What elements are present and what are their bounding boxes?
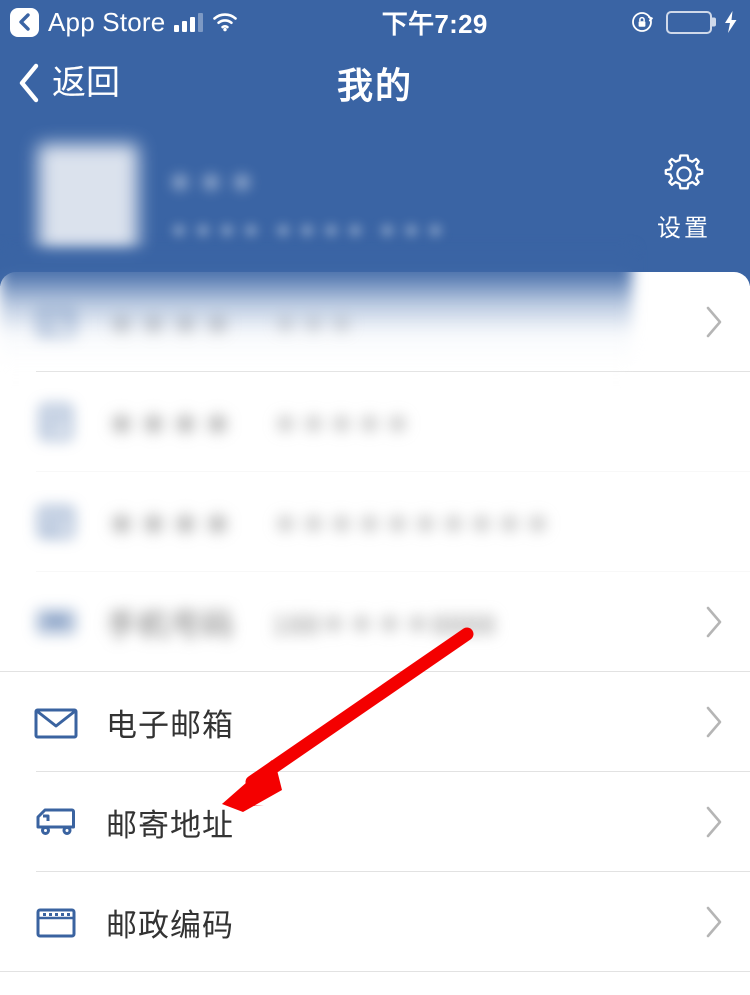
list-item[interactable]: ＊＊＊＊ ＊＊＊ bbox=[0, 272, 750, 372]
back-to-app-store-button[interactable] bbox=[10, 7, 39, 37]
list-item-label: 邮寄地址 bbox=[106, 807, 234, 843]
profile-header[interactable]: ＊＊＊ ＊＊＊＊ ＊＊＊＊ ＊＊＊ 设置 bbox=[0, 122, 750, 286]
list-item-value: ＊＊＊＊＊＊＊＊＊＊ bbox=[272, 509, 552, 540]
chevron-right-icon bbox=[704, 305, 724, 339]
cellular-signal-icon bbox=[174, 12, 204, 32]
status-bar-right bbox=[631, 10, 750, 34]
list-divider bbox=[0, 971, 750, 972]
page-title: 我的 bbox=[336, 65, 413, 106]
postal-code-icon bbox=[28, 899, 84, 945]
list-item-email[interactable]: 电子邮箱 bbox=[0, 672, 750, 772]
status-bar: App Store 下午7:29 bbox=[0, 0, 750, 44]
profile-name: ＊＊＊ bbox=[166, 168, 260, 199]
settings-button[interactable]: 设置 bbox=[638, 148, 730, 243]
list-item-label: ＊＊＊＊ bbox=[106, 507, 234, 543]
charging-bolt-icon bbox=[725, 11, 737, 33]
list-item-label: 邮政编码 bbox=[106, 907, 234, 943]
status-bar-center: 下午7:29 bbox=[238, 4, 631, 41]
list-item-label: 手机号码 bbox=[106, 607, 234, 643]
list-item-postal-code[interactable]: 邮政编码 bbox=[0, 872, 750, 972]
list-item-value: ＊＊＊ bbox=[272, 309, 356, 340]
header-background: App Store 下午7:29 返回 我的 ＊＊＊ ＊＊＊＊ ＊＊＊＊ ＊＊＊… bbox=[0, 0, 750, 286]
settings-button-label: 设置 bbox=[657, 215, 711, 242]
list-item-label: ＊＊＊＊ bbox=[106, 307, 234, 343]
wifi-icon bbox=[213, 13, 238, 32]
list-item[interactable]: ＊＊＊＊ ＊＊＊＊＊＊＊＊＊＊ bbox=[0, 472, 750, 572]
avatar[interactable] bbox=[38, 144, 138, 252]
list-item-value: 188＊＊＊＊8888 bbox=[272, 609, 497, 640]
battery-full-icon bbox=[666, 10, 716, 34]
badge-icon bbox=[28, 501, 84, 543]
chevron-right-icon bbox=[704, 805, 724, 839]
list-item-label: 电子邮箱 bbox=[106, 707, 234, 743]
status-bar-left: App Store bbox=[0, 7, 238, 37]
id-card-icon bbox=[28, 301, 84, 343]
list-item-value: ＊＊＊＊＊ bbox=[272, 409, 412, 440]
status-bar-time: 下午7:29 bbox=[381, 8, 488, 39]
phone-screen: App Store 下午7:29 返回 我的 ＊＊＊ ＊＊＊＊ ＊＊＊＊ ＊＊＊… bbox=[0, 0, 750, 995]
back-to-app-store-label: App Store bbox=[48, 7, 166, 37]
navigation-bar: 返回 我的 bbox=[0, 44, 750, 122]
list-item-mobile-number[interactable]: 手机号码 188＊＊＊＊8888 bbox=[0, 572, 750, 672]
list-item[interactable]: ＊＊＊＊ ＊＊＊＊＊ bbox=[0, 372, 750, 472]
chevron-left-icon bbox=[19, 13, 30, 31]
envelope-icon bbox=[28, 699, 84, 745]
delivery-truck-icon bbox=[28, 799, 84, 845]
settings-list-card: ＊＊＊＊ ＊＊＊ ＊＊＊＊ ＊＊＊＊＊ ＊＊＊＊ ＊＊＊＊＊＊＊＊＊＊ 手机号码… bbox=[0, 272, 750, 995]
list-item-mailing-address[interactable]: 邮寄地址 bbox=[0, 772, 750, 872]
profile-subtitle: ＊＊＊＊ ＊＊＊＊ ＊＊＊ bbox=[168, 219, 449, 244]
list-item-label: ＊＊＊＊ bbox=[106, 407, 234, 443]
chevron-right-icon bbox=[704, 905, 724, 939]
chevron-right-icon bbox=[704, 705, 724, 739]
document-icon bbox=[28, 401, 84, 443]
phone-card-icon bbox=[28, 601, 84, 643]
rotation-lock-icon bbox=[632, 12, 653, 32]
chevron-right-icon bbox=[704, 605, 724, 639]
gear-icon bbox=[664, 154, 704, 190]
